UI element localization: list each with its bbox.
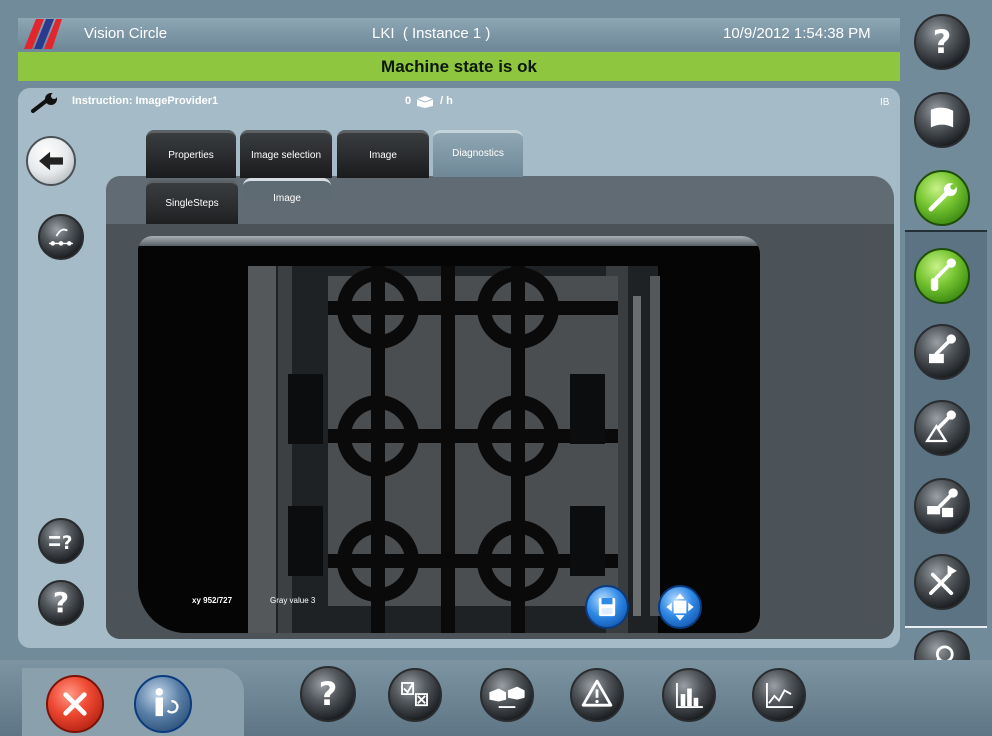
flag-icon bbox=[930, 107, 954, 128]
app-name: Vision Circle bbox=[84, 25, 168, 42]
wrench-icon bbox=[928, 183, 957, 212]
exchange-icon bbox=[489, 686, 525, 708]
wrench-warning-icon bbox=[925, 410, 956, 443]
save-icon bbox=[598, 597, 616, 617]
fit-view-button[interactable] bbox=[658, 585, 702, 629]
line-chart-icon bbox=[766, 682, 793, 708]
coordinates-readout: xy 952/727 bbox=[192, 596, 233, 605]
flag-button[interactable] bbox=[914, 92, 970, 148]
tools-button[interactable] bbox=[914, 554, 970, 610]
wrench-printer-button[interactable] bbox=[914, 478, 970, 534]
wrench-module-button[interactable] bbox=[914, 324, 970, 380]
help-button-bottom[interactable]: ? bbox=[300, 666, 356, 722]
svg-text:?: ? bbox=[62, 533, 73, 554]
tab-properties[interactable]: Properties bbox=[146, 130, 236, 178]
save-button[interactable] bbox=[585, 585, 629, 629]
help-button-top[interactable]: ? bbox=[914, 14, 970, 70]
warning-button[interactable] bbox=[570, 668, 624, 722]
help-settings-button[interactable]: ? bbox=[38, 518, 84, 564]
instance-label: LKI ( Instance 1 ) bbox=[372, 25, 491, 42]
line-chart-button[interactable] bbox=[752, 668, 806, 722]
tab-image[interactable]: Image bbox=[337, 130, 429, 178]
user-logout-button[interactable] bbox=[134, 675, 192, 733]
wrench-bottle-icon bbox=[930, 258, 956, 291]
tab-diagnostics[interactable]: Diagnostics bbox=[433, 130, 523, 177]
bar-chart-button[interactable] bbox=[662, 668, 716, 722]
close-icon bbox=[63, 692, 87, 716]
machine-status-bar: Machine state is ok bbox=[18, 52, 900, 81]
exchange-button[interactable] bbox=[480, 668, 534, 722]
rate-unit: / h bbox=[440, 95, 453, 107]
warning-icon bbox=[581, 679, 613, 707]
wrench-icon bbox=[31, 93, 57, 113]
wrench-warning-button[interactable] bbox=[914, 400, 970, 456]
bar-chart-icon bbox=[676, 682, 703, 708]
wrench-printer-icon bbox=[927, 488, 958, 518]
wrench-bottle-button[interactable] bbox=[914, 248, 970, 304]
tools-icon bbox=[929, 565, 957, 595]
inspection-image bbox=[248, 266, 660, 633]
help-settings-icon: ? bbox=[49, 533, 73, 554]
checklist-button[interactable] bbox=[388, 668, 442, 722]
wrench-module-icon bbox=[929, 334, 956, 364]
wrench-button[interactable] bbox=[914, 170, 970, 226]
user-logout-icon bbox=[155, 688, 179, 717]
workflow-icon bbox=[49, 228, 73, 246]
workflow-button[interactable] bbox=[38, 214, 84, 260]
logo bbox=[24, 19, 62, 49]
image-viewer[interactable] bbox=[138, 236, 760, 633]
datetime: 10/9/2012 1:54:38 PM bbox=[723, 25, 871, 42]
package-icon bbox=[416, 96, 434, 108]
rate-value: 0 bbox=[405, 95, 412, 107]
help-button-left[interactable]: ? bbox=[38, 580, 84, 626]
fit-view-icon bbox=[666, 593, 694, 621]
close-button[interactable] bbox=[46, 675, 104, 733]
instruction-label: Instruction: ImageProvider1 bbox=[72, 95, 219, 107]
app-window: Vision Circle LKI ( Instance 1 ) 10/9/20… bbox=[0, 0, 992, 736]
subtab-image[interactable]: Image bbox=[243, 178, 331, 204]
subtab-singlesteps[interactable]: SingleSteps bbox=[146, 180, 238, 224]
checklist-icon bbox=[401, 682, 428, 707]
back-arrow-icon bbox=[39, 151, 63, 171]
instruction-code: IB bbox=[880, 97, 890, 108]
gray-value-readout: Gray value 3 bbox=[270, 596, 316, 605]
back-button[interactable] bbox=[26, 136, 76, 186]
tab-image-selection[interactable]: Image selection bbox=[240, 130, 332, 178]
